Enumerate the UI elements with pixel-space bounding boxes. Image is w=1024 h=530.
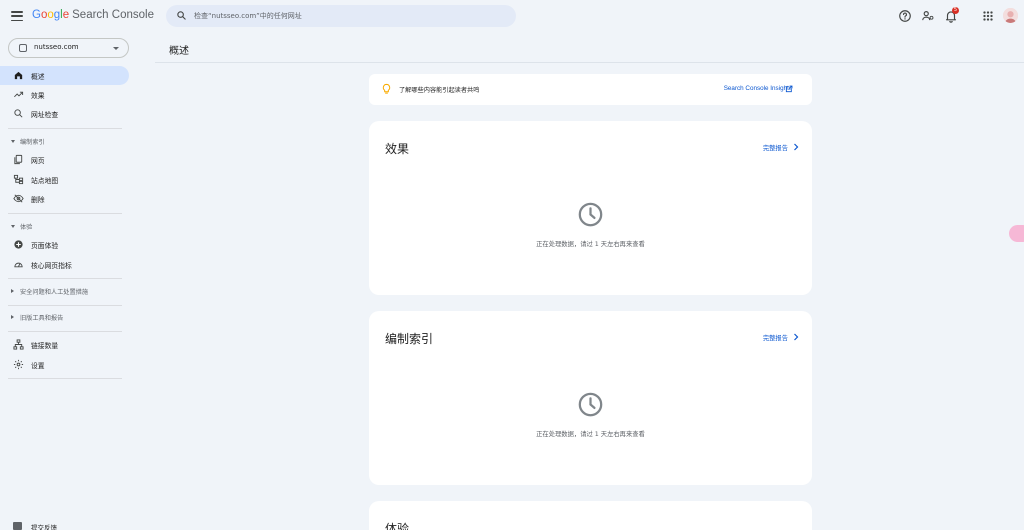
search-input[interactable]	[194, 5, 504, 27]
help-icon[interactable]	[898, 9, 912, 23]
section-label: 体验	[20, 224, 33, 231]
card-title: 效果	[385, 142, 410, 156]
speed-icon	[13, 259, 24, 270]
feedback-button[interactable]: 提交反馈	[13, 520, 113, 530]
pages-icon	[13, 154, 24, 165]
search-icon	[13, 108, 24, 119]
sidebar-item-url-inspection[interactable]: 网址检查	[0, 104, 129, 123]
feedback-label: 提交反馈	[31, 524, 57, 530]
chevron-down-icon	[11, 225, 15, 228]
chevron-right-icon	[11, 289, 14, 293]
clock-icon	[577, 391, 604, 418]
property-name: nutsseo.com	[34, 43, 79, 51]
chevron-right-icon[interactable]	[793, 143, 799, 151]
section-label: 编制索引	[20, 139, 45, 146]
sidebar-item-removals[interactable]: 删除	[0, 189, 129, 208]
section-label: 安全问题和人工处置措施	[20, 289, 89, 296]
apps-icon[interactable]	[981, 9, 995, 23]
insights-banner-text: 了解哪些内容能引起读者共鸣	[399, 87, 480, 94]
sidebar-item-label: 效果	[31, 92, 45, 100]
section-label: 旧版工具和报告	[20, 315, 64, 322]
floating-assistant-bubble[interactable]	[1009, 225, 1024, 242]
trending-icon	[13, 89, 24, 100]
open-in-new-icon[interactable]	[785, 85, 793, 93]
sidebar-item-label: 链接数量	[31, 342, 59, 350]
experience-card: 体验	[369, 501, 812, 530]
divider	[8, 378, 122, 379]
divider	[8, 213, 122, 214]
divider	[8, 278, 122, 279]
sidebar-item-label: 网页	[31, 157, 45, 165]
page-experience-icon	[13, 239, 24, 250]
section-security[interactable]: 安全问题和人工处置措施	[0, 284, 129, 299]
chevron-right-icon	[11, 315, 14, 319]
property-icon	[19, 44, 27, 52]
property-selector[interactable]: nutsseo.com	[8, 38, 129, 58]
sidebar-item-overview[interactable]: 概述	[0, 66, 129, 85]
sidebar-item-sitemaps[interactable]: 站点地图	[0, 170, 129, 189]
chevron-down-icon	[113, 47, 119, 50]
divider	[8, 331, 122, 332]
settings-icon	[13, 359, 24, 370]
search-console-logo[interactable]: Google Search Console	[32, 9, 154, 21]
section-legacy-tools[interactable]: 旧版工具和报告	[0, 310, 129, 325]
sidebar-item-settings[interactable]: 设置	[0, 355, 129, 374]
main-menu-button[interactable]	[10, 9, 24, 23]
home-icon	[13, 70, 24, 81]
clock-icon	[577, 201, 604, 228]
removal-icon	[13, 193, 24, 204]
sidebar-item-label: 网址检查	[31, 111, 59, 119]
divider	[8, 305, 122, 306]
chevron-down-icon	[11, 140, 15, 143]
logo-product-name: Search Console	[72, 9, 154, 21]
links-icon	[13, 339, 24, 350]
card-title: 编制索引	[385, 332, 434, 346]
insights-banner: 了解哪些内容能引起读者共鸣 Search Console Insights	[369, 74, 812, 105]
logo-letter: G	[32, 9, 41, 21]
lightbulb-icon	[381, 83, 392, 95]
sidebar-item-label: 站点地图	[31, 177, 59, 185]
sidebar: nutsseo.com 概述 效果 网址检查 编制索引 网页 站点地图 删除 体…	[0, 33, 140, 530]
avatar[interactable]	[1003, 8, 1018, 23]
sidebar-item-pages[interactable]: 网页	[0, 150, 129, 169]
page-title: 概述	[169, 46, 189, 57]
chevron-right-icon[interactable]	[793, 333, 799, 341]
card-title: 体验	[385, 522, 410, 530]
sidebar-item-label: 设置	[31, 362, 45, 370]
top-bar: GoogleSearch Console 5	[0, 0, 1024, 33]
url-inspection-search	[166, 5, 516, 27]
sidebar-item-links[interactable]: 链接数量	[0, 335, 129, 354]
sidebar-item-page-experience[interactable]: 页面体验	[0, 235, 129, 254]
sidebar-item-label: 核心网页指标	[31, 262, 72, 270]
section-experience[interactable]: 体验	[0, 219, 129, 234]
insights-link[interactable]: Search Console Insights	[724, 85, 792, 92]
manage-users-icon[interactable]	[921, 9, 935, 23]
sidebar-item-performance[interactable]: 效果	[0, 85, 129, 104]
performance-card: 效果 完整报告 正在处理数据，请过 1 天左右再来查看	[369, 121, 812, 295]
sidebar-item-label: 删除	[31, 196, 45, 204]
sidebar-item-label: 页面体验	[31, 242, 59, 250]
full-report-link[interactable]: 完整报告	[763, 333, 788, 342]
full-report-link[interactable]: 完整报告	[763, 143, 788, 152]
logo-letter: e	[62, 9, 70, 21]
search-icon[interactable]	[176, 10, 187, 21]
divider	[8, 128, 122, 129]
notification-count-badge: 5	[952, 7, 959, 14]
sidebar-item-label: 概述	[31, 73, 45, 81]
indexing-card: 编制索引 完整报告 正在处理数据，请过 1 天左右再来查看	[369, 311, 812, 485]
sitemap-icon	[13, 174, 24, 185]
section-indexing[interactable]: 编制索引	[0, 134, 129, 149]
processing-message: 正在处理数据，请过 1 天左右再来查看	[536, 241, 645, 248]
feedback-icon	[13, 522, 22, 530]
sidebar-item-core-web-vitals[interactable]: 核心网页指标	[0, 255, 129, 274]
divider	[155, 62, 1024, 63]
processing-message: 正在处理数据，请过 1 天左右再来查看	[536, 431, 645, 438]
